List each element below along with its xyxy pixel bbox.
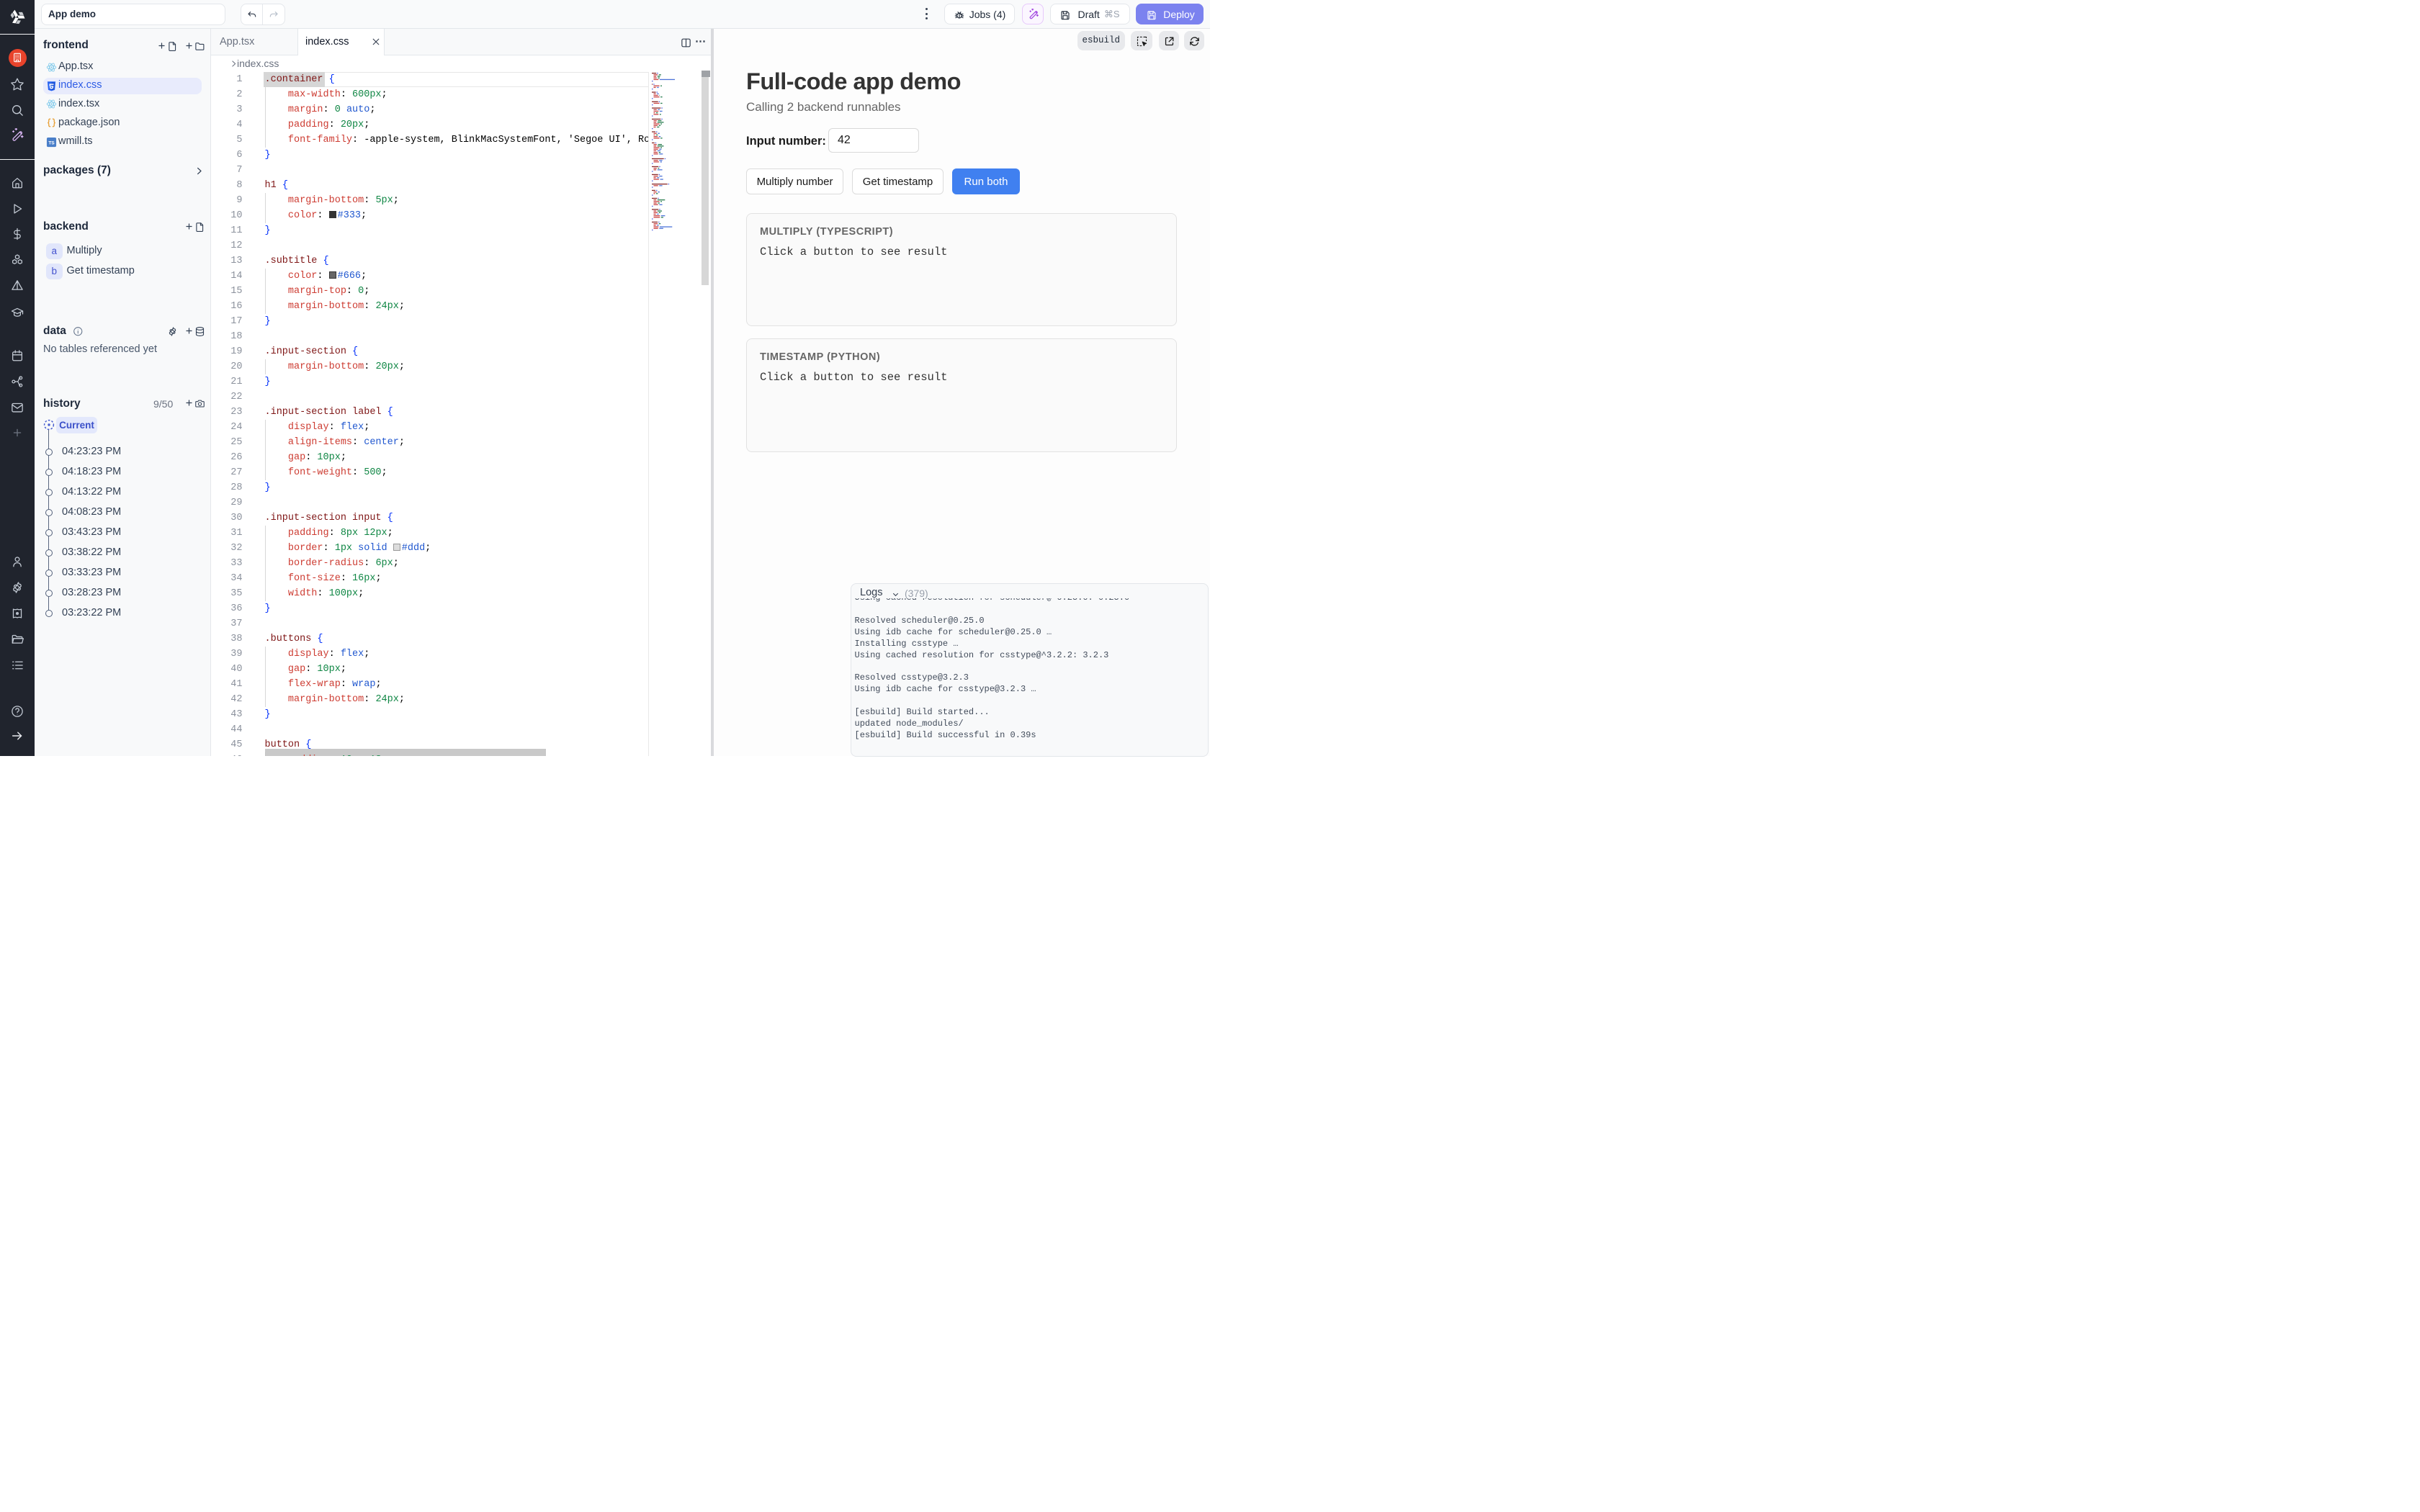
svg-text:TS: TS [48, 140, 55, 145]
